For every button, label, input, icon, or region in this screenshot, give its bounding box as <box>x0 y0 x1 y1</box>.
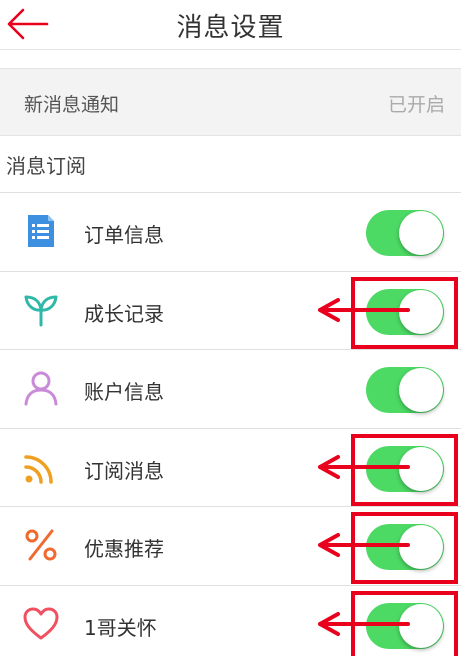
growth-record-toggle[interactable] <box>366 288 444 335</box>
toggle-knob <box>399 211 443 255</box>
toggle-knob <box>399 603 443 648</box>
list-item-growth-record: 成长记录 <box>0 271 461 350</box>
item-label: 1哥关怀 <box>84 615 157 640</box>
toggle-knob <box>399 525 443 569</box>
new-message-notification-row[interactable]: 新消息通知 已开启 <box>0 68 461 136</box>
subscription-messages-toggle[interactable] <box>366 445 444 492</box>
message-settings-screen: 消息设置 新消息通知 已开启 消息订阅 订单信息 成长记录 账户信息 订阅消息 … <box>0 0 461 656</box>
sprout-icon <box>22 291 60 329</box>
user-icon <box>22 369 60 407</box>
promotions-toggle[interactable] <box>366 524 444 570</box>
toggle-knob <box>399 289 443 334</box>
nav-header: 消息设置 <box>0 0 461 50</box>
item-label: 订阅消息 <box>84 458 164 483</box>
account-info-toggle[interactable] <box>366 367 444 413</box>
list-item-care: 1哥关怀 <box>0 585 461 656</box>
list-item-subscription-messages: 订阅消息 <box>0 428 461 507</box>
toggle-knob <box>399 368 443 412</box>
item-label: 订单信息 <box>84 223 164 247</box>
percent-icon <box>22 526 60 564</box>
item-label: 账户信息 <box>84 380 164 404</box>
heart-icon <box>22 605 60 643</box>
toggle-knob <box>399 446 443 491</box>
list-item-promotions: 优惠推荐 <box>0 507 461 586</box>
subscription-section-title: 消息订阅 <box>6 154 86 178</box>
item-label: 成长记录 <box>84 301 164 326</box>
notification-label: 新消息通知 <box>24 94 120 116</box>
order-info-toggle[interactable] <box>366 210 444 256</box>
item-label: 优惠推荐 <box>84 537 164 561</box>
care-toggle[interactable] <box>366 602 444 649</box>
rss-icon <box>22 448 60 486</box>
subscription-list: 订单信息 成长记录 账户信息 订阅消息 优惠推荐 1哥关怀 <box>0 192 461 656</box>
list-item-order-info: 订单信息 <box>0 193 461 272</box>
notification-status: 已开启 <box>387 94 445 116</box>
list-item-account-info: 账户信息 <box>0 350 461 429</box>
page-title: 消息设置 <box>176 13 285 43</box>
order-list-icon <box>22 212 60 250</box>
